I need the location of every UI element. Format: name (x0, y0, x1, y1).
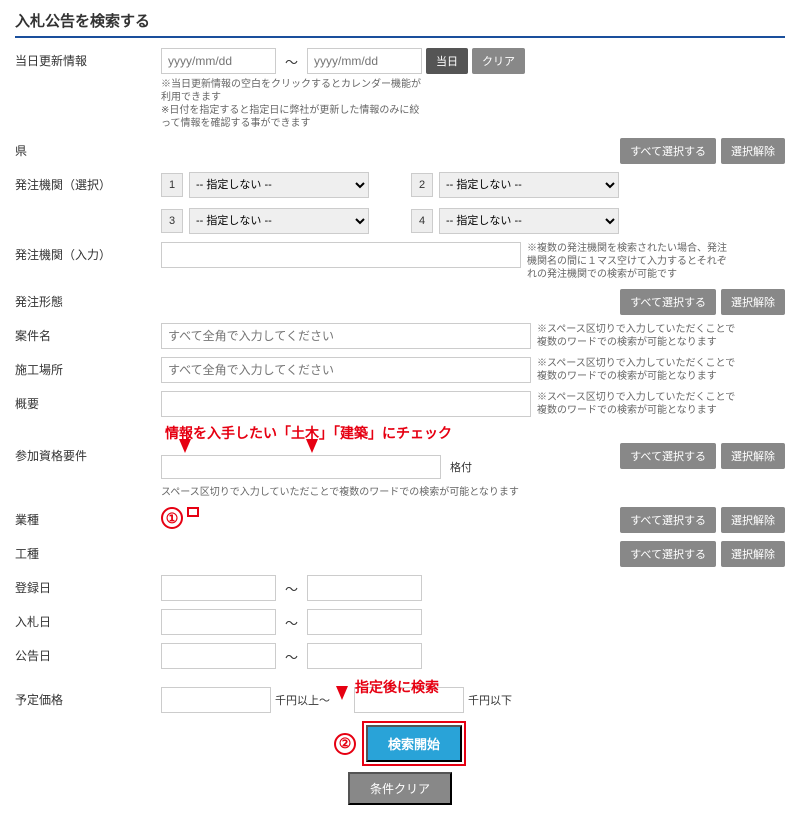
industry-redbox (187, 507, 199, 517)
update-date-to[interactable] (307, 48, 422, 74)
summary-input[interactable] (161, 391, 531, 417)
grade-input[interactable] (161, 455, 441, 479)
reg-date-to[interactable] (307, 575, 422, 601)
label-notice-date: 公告日 (15, 643, 155, 664)
org-badge-2: 2 (411, 173, 433, 197)
label-org-sel: 発注機関（選択） (15, 172, 155, 193)
label-reg-date: 登録日 (15, 575, 155, 596)
label-est-price: 予定価格 (15, 687, 155, 708)
note-location: ※スペース区切りで入力していただくことで複数のワードでの検索が可能となります (537, 357, 737, 383)
org-badge-1: 1 (161, 173, 183, 197)
today-button[interactable]: 当日 (426, 48, 468, 74)
grade-deselect[interactable]: 選択解除 (721, 443, 785, 469)
pref-select-all[interactable]: すべて選択する (620, 138, 716, 164)
org-select-1[interactable]: -- 指定しない -- (189, 172, 369, 198)
tilde: ～ (280, 52, 303, 71)
label-summary: 概要 (15, 391, 155, 412)
location-input[interactable] (161, 357, 531, 383)
grade-select-all[interactable]: すべて選択する (620, 443, 716, 469)
org-select-3[interactable]: -- 指定しない -- (189, 208, 369, 234)
label-order-type: 発注形態 (15, 289, 155, 310)
note-org-in: ※複数の発注機関を検索されたい場合、発注機関名の間に１マス空けて入力するとそれぞ… (527, 242, 727, 281)
arrow-icon-search (336, 686, 348, 700)
arrow-icon-1 (179, 439, 191, 453)
subject-input[interactable] (161, 323, 531, 349)
arrow-icon-2 (306, 439, 318, 453)
bid-date-to[interactable] (307, 609, 422, 635)
label-location: 施工場所 (15, 357, 155, 378)
label-subject: 案件名 (15, 323, 155, 344)
note-grade: スペース区切りで入力していただことで複数のワードでの検索が可能となります (161, 486, 519, 499)
notice-date-from[interactable] (161, 643, 276, 669)
label-work-type: 工種 (15, 541, 155, 562)
cond-clear-button[interactable]: 条件クリア (348, 772, 452, 805)
wt-deselect[interactable]: 選択解除 (721, 541, 785, 567)
reg-date-from[interactable] (161, 575, 276, 601)
price-low[interactable] (161, 687, 271, 713)
page-title: 入札公告を検索する (15, 10, 785, 38)
org-badge-4: 4 (411, 209, 433, 233)
org-input[interactable] (161, 242, 521, 268)
label-pref: 県 (15, 138, 155, 159)
pref-deselect[interactable]: 選択解除 (721, 138, 785, 164)
callout-search: 指定後に検索 (355, 677, 439, 697)
ind-deselect[interactable]: 選択解除 (721, 507, 785, 533)
price-high-label: 千円以下 (468, 692, 512, 708)
clear-button[interactable]: クリア (472, 48, 525, 74)
note-subject: ※スペース区切りで入力していただくことで複数のワードでの検索が可能となります (537, 323, 737, 349)
ot-select-all[interactable]: すべて選択する (620, 289, 716, 315)
price-low-label: 千円以上～ (275, 692, 330, 708)
update-date-from[interactable] (161, 48, 276, 74)
search-button[interactable]: 検索開始 (366, 725, 462, 762)
notice-date-to[interactable] (307, 643, 422, 669)
label-industry: 業種 (15, 507, 155, 528)
callout-circle-2: ② (334, 733, 356, 755)
wt-select-all[interactable]: すべて選択する (620, 541, 716, 567)
ind-select-all[interactable]: すべて選択する (620, 507, 716, 533)
ot-deselect[interactable]: 選択解除 (721, 289, 785, 315)
org-badge-3: 3 (161, 209, 183, 233)
search-redbox: 検索開始 (362, 721, 466, 766)
note-summary: ※スペース区切りで入力していただくことで複数のワードでの検索が可能となります (537, 391, 737, 417)
note-update: ※当日更新情報の空白をクリックするとカレンダー機能が利用できます ※日付を指定す… (161, 78, 421, 130)
grade-label: 格付 (450, 459, 472, 475)
label-bid-date: 入札日 (15, 609, 155, 630)
label-update: 当日更新情報 (15, 48, 155, 69)
label-org-in: 発注機関（入力） (15, 242, 155, 263)
callout-circle-1: ① (161, 507, 183, 529)
bid-date-from[interactable] (161, 609, 276, 635)
org-select-2[interactable]: -- 指定しない -- (439, 172, 619, 198)
org-select-4[interactable]: -- 指定しない -- (439, 208, 619, 234)
label-grade: 参加資格要件 (15, 443, 155, 464)
